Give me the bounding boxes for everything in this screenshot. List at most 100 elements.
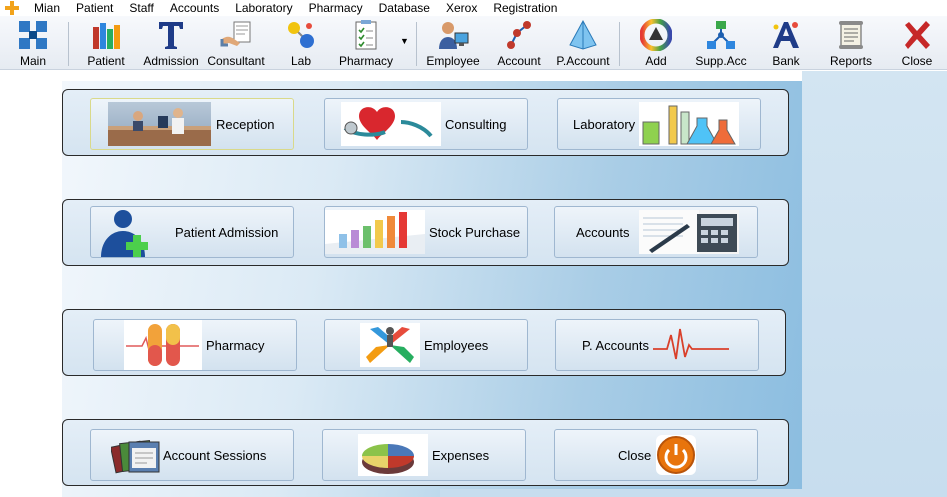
consulting-label: Consulting bbox=[445, 116, 507, 132]
toolbar-separator bbox=[68, 22, 69, 66]
module-group-row-2: Patient Admission Stock Purchase Account… bbox=[62, 199, 789, 266]
toolbar-admission-label: Admission bbox=[143, 54, 199, 68]
pharmacy-dropdown-arrow-icon[interactable]: ▼ bbox=[400, 36, 409, 46]
toolbar-bank-button[interactable]: Bank bbox=[768, 18, 804, 70]
patient-admission-label: Patient Admission bbox=[175, 224, 279, 240]
stethoscope-heart-icon bbox=[341, 102, 441, 146]
module-group-row-1: Reception Consulting Laboratory bbox=[62, 89, 789, 156]
toolbar-employee-button[interactable]: Employee bbox=[424, 18, 482, 70]
module-group-row-4: Account Sessions Expenses Close bbox=[62, 419, 789, 486]
grid-nodes-icon bbox=[16, 18, 50, 52]
menu-xerox[interactable]: Xerox bbox=[438, 0, 485, 16]
main-area: Reception Consulting Laboratory Patient … bbox=[0, 71, 947, 497]
module-group-row-3: Pharmacy Employees P. Accounts bbox=[62, 309, 786, 376]
pharmacy-label: Pharmacy bbox=[206, 337, 265, 353]
expenses-button[interactable]: Expenses bbox=[322, 429, 526, 481]
menu-patient[interactable]: Patient bbox=[68, 0, 121, 16]
laboratory-button[interactable]: Laboratory bbox=[557, 98, 761, 150]
toolbar-paccount-button[interactable]: P.Account bbox=[554, 18, 612, 70]
letter-t-icon bbox=[154, 18, 188, 52]
left-margin bbox=[0, 71, 62, 497]
color-wheel-icon bbox=[639, 18, 673, 52]
close-x-icon bbox=[900, 18, 934, 52]
toolbar-employee-label: Employee bbox=[426, 54, 480, 68]
toolbar-main-label: Main bbox=[19, 54, 46, 68]
stock-purchase-label: Stock Purchase bbox=[429, 224, 521, 240]
stacked-windows-icon bbox=[111, 430, 163, 480]
toolbar-close-button[interactable]: Close bbox=[895, 18, 939, 70]
menu-database[interactable]: Database bbox=[371, 0, 438, 16]
pyramid-icon bbox=[566, 18, 600, 52]
menu-accounts[interactable]: Accounts bbox=[162, 0, 227, 16]
toolbar-bank-label: Bank bbox=[772, 54, 800, 68]
menu-registration[interactable]: Registration bbox=[485, 0, 565, 16]
bottom-background-strip bbox=[440, 489, 802, 497]
patient-admission-button[interactable]: Patient Admission bbox=[90, 206, 294, 258]
books-icon bbox=[89, 18, 123, 52]
pharmacy-button[interactable]: Pharmacy bbox=[93, 319, 297, 371]
reception-label: Reception bbox=[216, 116, 275, 132]
menu-bar: Mian Patient Staff Accounts Laboratory P… bbox=[0, 0, 947, 16]
toolbar-reports-button[interactable]: Reports bbox=[826, 18, 876, 70]
employees-label: Employees bbox=[424, 337, 489, 353]
menu-staff[interactable]: Staff bbox=[121, 0, 161, 16]
power-button-icon bbox=[655, 434, 697, 476]
reception-button[interactable]: Reception bbox=[90, 98, 294, 150]
heartbeat-line-icon bbox=[652, 323, 729, 367]
checklist-icon bbox=[349, 18, 383, 52]
right-background-strip bbox=[802, 71, 947, 497]
toolbar-suppacc-button[interactable]: Supp.Acc bbox=[692, 18, 750, 70]
toolbar-separator bbox=[416, 22, 417, 66]
menu-mian[interactable]: Mian bbox=[26, 0, 68, 16]
app-plus-icon bbox=[4, 0, 20, 16]
accounts-button[interactable]: Accounts bbox=[554, 206, 758, 258]
patient-person-plus-icon bbox=[91, 207, 167, 257]
capsules-pulse-icon bbox=[124, 320, 202, 370]
toolbar-admission-button[interactable]: Admission bbox=[141, 18, 201, 70]
bar-chart-icon bbox=[325, 210, 425, 254]
toolbar-pharmacy-button[interactable]: Pharmacy bbox=[335, 18, 397, 70]
toolbar-patient-button[interactable]: Patient bbox=[84, 18, 128, 70]
scroll-icon bbox=[834, 18, 868, 52]
network-icon bbox=[704, 18, 738, 52]
menu-laboratory[interactable]: Laboratory bbox=[227, 0, 300, 16]
toolbar-add-label: Add bbox=[645, 54, 667, 68]
reception-desk-icon bbox=[108, 102, 211, 146]
calculator-pen-icon bbox=[639, 210, 740, 254]
arrows-people-icon bbox=[360, 323, 420, 367]
toolbar-lab-label: Lab bbox=[290, 54, 312, 68]
account-sessions-button[interactable]: Account Sessions bbox=[90, 429, 294, 481]
stock-purchase-button[interactable]: Stock Purchase bbox=[324, 206, 528, 258]
account-sessions-label: Account Sessions bbox=[163, 447, 267, 463]
toolbar-reports-label: Reports bbox=[829, 54, 873, 68]
toolbar-add-button[interactable]: Add bbox=[636, 18, 676, 70]
expenses-label: Expenses bbox=[432, 447, 490, 463]
p-accounts-label: P. Accounts bbox=[582, 337, 649, 353]
handshake-icon bbox=[219, 18, 253, 52]
toolbar-separator bbox=[619, 22, 620, 66]
menu-pharmacy[interactable]: Pharmacy bbox=[301, 0, 371, 16]
laboratory-label: Laboratory bbox=[573, 116, 636, 132]
toolbar-consultant-label: Consultant bbox=[207, 54, 265, 68]
lab-flasks-icon bbox=[639, 102, 740, 146]
close-module-label: Close bbox=[618, 447, 652, 463]
toolbar-main-button[interactable]: Main bbox=[10, 18, 56, 70]
p-accounts-button[interactable]: P. Accounts bbox=[555, 319, 759, 371]
toolbar-patient-label: Patient bbox=[87, 54, 125, 68]
toolbar-account-label: Account bbox=[497, 54, 541, 68]
toolbar-paccount-label: P.Account bbox=[556, 54, 610, 68]
employees-button[interactable]: Employees bbox=[324, 319, 528, 371]
consulting-button[interactable]: Consulting bbox=[324, 98, 528, 150]
molecule-icon bbox=[284, 18, 318, 52]
toolbar-close-label: Close bbox=[901, 54, 933, 68]
connected-nodes-icon bbox=[502, 18, 536, 52]
toolbar-consultant-button[interactable]: Consultant bbox=[205, 18, 267, 70]
pie-chart-icon bbox=[358, 434, 428, 476]
close-module-button[interactable]: Close bbox=[554, 429, 758, 481]
toolbar-suppacc-label: Supp.Acc bbox=[695, 54, 747, 68]
toolbar-account-button[interactable]: Account bbox=[494, 18, 544, 70]
toolbar: Main Patient Admission Consultant Lab Ph… bbox=[0, 16, 947, 70]
accounts-label: Accounts bbox=[576, 224, 630, 240]
person-computer-icon bbox=[436, 18, 470, 52]
toolbar-lab-button[interactable]: Lab bbox=[281, 18, 321, 70]
